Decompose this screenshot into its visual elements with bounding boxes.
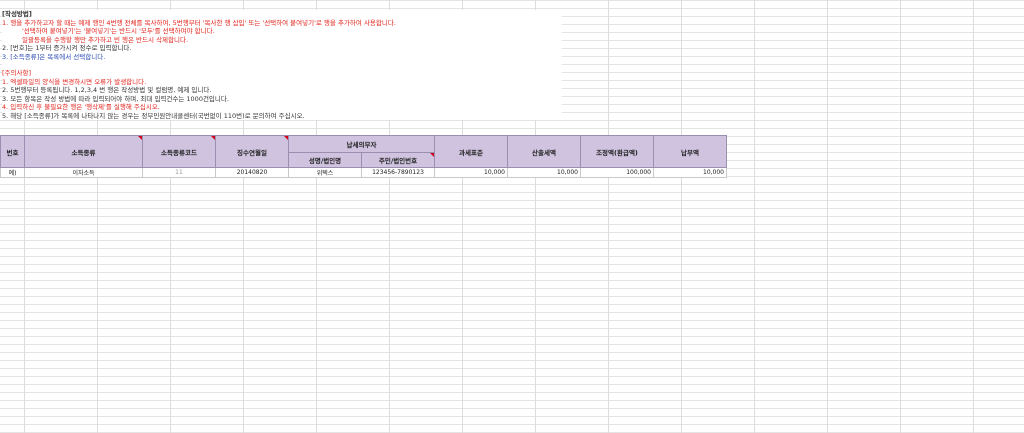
header-taxpayer[interactable]: 납세의무자 bbox=[288, 135, 435, 153]
cell-income-code[interactable]: 11 bbox=[142, 167, 216, 178]
cell-adjusted-tax[interactable]: 100,000 bbox=[580, 167, 654, 178]
header-income-type[interactable]: 소득종류 bbox=[24, 135, 143, 168]
instruction-line-1: 1. 행을 추가하고자 할 때는 예제 행인 4번행 전체를 복사하여, 5번행… bbox=[2, 18, 396, 27]
header-computed-tax[interactable]: 산출세액 bbox=[507, 135, 581, 168]
notes-area: [작성방법] 1. 행을 추가하고자 할 때는 예제 행인 4번행 전체를 복사… bbox=[2, 10, 562, 120]
caution-line-3: 3. 모든 항목은 작성 방법에 따라 입력되어야 하며, 최대 입력건수는 1… bbox=[2, 94, 229, 103]
table-row: 예) 이자소득 11 20140820 위택스 123456-7890123 1… bbox=[0, 167, 727, 178]
instruction-line-4: 2. [번호]는 1부터 증가시켜 정수로 입력합니다. bbox=[2, 44, 132, 52]
instruction-line-3: 일괄등록을 수행할 행만 추가하고 빈 행은 반드시 삭제합니다. bbox=[22, 35, 189, 44]
cautions-title: [주의사항] bbox=[2, 69, 31, 77]
header-withholding-date[interactable]: 징수연월일 bbox=[215, 135, 289, 168]
header-tax-base[interactable]: 과세표준 bbox=[434, 135, 508, 168]
cell-computed-tax[interactable]: 10,000 bbox=[507, 167, 581, 178]
instruction-line-5: 3. [소득종류]은 목록에서 선택합니다. bbox=[2, 52, 106, 61]
cell-no[interactable]: 예) bbox=[0, 167, 25, 178]
cell-id-no[interactable]: 123456-7890123 bbox=[361, 167, 435, 178]
cell-income-type[interactable]: 이자소득 bbox=[24, 167, 143, 178]
comment-marker-icon[interactable] bbox=[284, 136, 288, 140]
header-income-code[interactable]: 소득종류코드 bbox=[142, 135, 216, 168]
comment-marker-icon[interactable] bbox=[211, 136, 215, 140]
caution-line-4: 4. 입력하신 후 불필요한 행은 '행삭제'를 실행해 주십시오. bbox=[2, 103, 160, 111]
caution-line-2: 2. 5번행부터 등록됩니다. 1,2,3,4 번 행은 작성방법 및 컬럼명,… bbox=[2, 86, 212, 94]
header-payment-tax[interactable]: 납부액 bbox=[653, 135, 727, 168]
caution-line-5: 5. 해당 [소득종류]가 목록에 나타나지 않는 경우는 정부민원안내콜센터(… bbox=[2, 111, 305, 120]
header-adjusted-tax[interactable]: 조정액(환급액) bbox=[580, 135, 654, 168]
cell-withholding-date[interactable]: 20140820 bbox=[215, 167, 289, 178]
caution-line-1: 1. 엑셀파일의 양식을 변경하시면 오류가 발생합니다. bbox=[2, 77, 147, 86]
header-name[interactable]: 성명/법인명 bbox=[288, 152, 362, 168]
cell-payment-tax[interactable]: 10,000 bbox=[653, 167, 727, 178]
cell-name[interactable]: 위택스 bbox=[288, 167, 362, 178]
data-table: 번호 소득종류 소득종류코드 징수연월일 납세의무자 과세표준 산출세액 조정액… bbox=[0, 135, 727, 178]
header-id-no[interactable]: 주민/법인번호 bbox=[361, 152, 435, 168]
instruction-line-2: '선택하여 붙여넣기'는 '붙여넣기'는 반드시 '모두'를 선택하여야 합니다… bbox=[22, 27, 215, 35]
header-no[interactable]: 번호 bbox=[0, 135, 25, 168]
comment-marker-icon[interactable] bbox=[138, 136, 142, 140]
comment-marker-icon[interactable] bbox=[430, 153, 434, 157]
cell-tax-base[interactable]: 10,000 bbox=[434, 167, 508, 178]
instructions-title: [작성방법] bbox=[2, 10, 32, 18]
